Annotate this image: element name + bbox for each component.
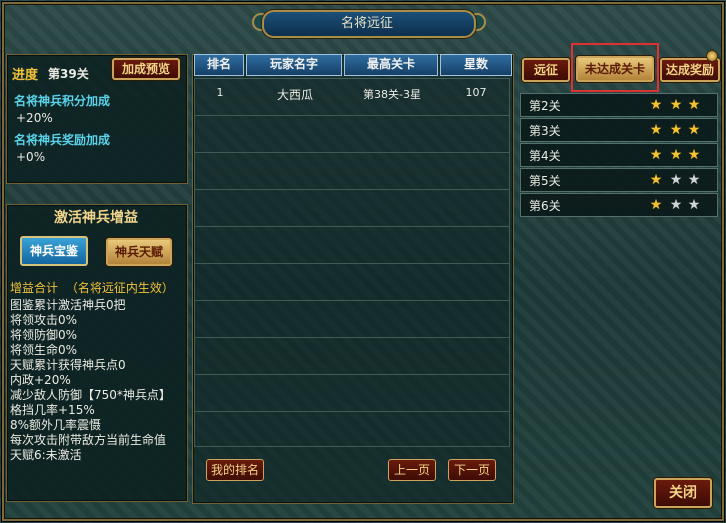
stage-label: 第6关 xyxy=(529,199,561,213)
star-icon: ★ xyxy=(669,147,683,163)
star-icon: ★ xyxy=(669,197,683,213)
close-button[interactable]: 关闭 xyxy=(654,478,712,508)
score-bonus-value: +20% xyxy=(16,111,53,125)
buff-lines: 图鉴累计激活神兵0把 将领攻击0% 将领防御0% 将领生命0% 天赋累计获得神兵… xyxy=(10,298,171,463)
buff-summary: 增益合计 （名将远征内生效） xyxy=(10,279,174,296)
star-icon: ★ xyxy=(649,172,663,188)
table-cell-player-name: 大西瓜 xyxy=(276,88,313,102)
buff-line: 将领生命0% xyxy=(10,343,78,357)
buff-line: 格挡几率+15% xyxy=(10,403,95,417)
reward-bonus-label: 名将神兵奖励加成 xyxy=(14,133,111,147)
buff-line: 将领攻击0% xyxy=(10,313,78,327)
stage-row[interactable]: 第5关 ★ ★ ★ xyxy=(520,168,718,192)
buff-line: 内政+20% xyxy=(10,373,71,387)
stage-label: 第2关 xyxy=(529,99,561,113)
ranking-table-grid xyxy=(194,78,510,447)
score-bonus-label: 名将神兵积分加成 xyxy=(14,94,111,108)
stage-row[interactable]: 第2关 ★ ★ ★ xyxy=(520,93,718,117)
stage-label: 第3关 xyxy=(529,124,561,138)
my-rank-button[interactable]: 我的排名 xyxy=(206,459,264,481)
header-rank: 排名 xyxy=(194,54,244,76)
weapon-book-button[interactable]: 神兵宝鉴 xyxy=(20,236,88,266)
table-cell-stars: 107 xyxy=(465,86,487,99)
buff-line: 8%额外几率震慑 xyxy=(10,418,102,432)
header-player-name: 玩家名字 xyxy=(246,54,342,76)
prev-page-button[interactable]: 上一页 xyxy=(388,459,436,481)
highlight-box xyxy=(571,43,659,92)
star-icon: ★ xyxy=(687,172,701,188)
buff-title: 激活神兵增益 xyxy=(54,210,138,226)
bonus-preview-button[interactable]: 加成预览 xyxy=(112,58,180,80)
star-icon: ★ xyxy=(649,122,663,138)
star-icon: ★ xyxy=(649,97,663,113)
reward-bonus-value: +0% xyxy=(16,150,46,164)
header-stars: 星数 xyxy=(440,54,512,76)
weapon-talent-button[interactable]: 神兵天赋 xyxy=(106,238,172,266)
star-icon: ★ xyxy=(687,147,701,163)
buff-summary-note: （名将远征内生效） xyxy=(65,281,174,295)
star-icon: ★ xyxy=(687,97,701,113)
table-cell-highest-stage: 第38关-3星 xyxy=(363,88,421,101)
star-icon: ★ xyxy=(669,122,683,138)
tab-expedition[interactable]: 远征 xyxy=(522,58,570,82)
buff-line: 天赋累计获得神兵点0 xyxy=(10,358,126,372)
header-highest-stage: 最高关卡 xyxy=(344,54,438,76)
stage-row[interactable]: 第3关 ★ ★ ★ xyxy=(520,118,718,142)
buff-line: 天赋6:未激活 xyxy=(10,448,82,462)
stage-row[interactable]: 第6关 ★ ★ ★ xyxy=(520,193,718,217)
star-icon: ★ xyxy=(687,122,701,138)
buff-line: 减少敌人防御【750*神兵点】 xyxy=(10,388,171,402)
star-icon: ★ xyxy=(669,97,683,113)
star-icon: ★ xyxy=(687,197,701,213)
star-icon: ★ xyxy=(649,197,663,213)
stage-label: 第5关 xyxy=(529,174,561,188)
next-page-button[interactable]: 下一页 xyxy=(448,459,496,481)
window-title: 名将远征 xyxy=(340,16,393,31)
reward-notice-icon xyxy=(706,50,718,62)
progress-value: 第39关 xyxy=(48,67,89,81)
stage-label: 第4关 xyxy=(529,149,561,163)
buff-summary-label: 增益合计 xyxy=(10,281,59,295)
stage-row[interactable]: 第4关 ★ ★ ★ xyxy=(520,143,718,167)
buff-line: 每次攻击附带敌方当前生命值 xyxy=(10,433,167,447)
star-icon: ★ xyxy=(669,172,683,188)
buff-line: 将领防御0% xyxy=(10,328,78,342)
table-cell-rank: 1 xyxy=(216,86,224,99)
star-icon: ★ xyxy=(649,147,663,163)
buff-line: 图鉴累计激活神兵0把 xyxy=(10,298,126,312)
progress-label: 进度 xyxy=(12,68,39,83)
